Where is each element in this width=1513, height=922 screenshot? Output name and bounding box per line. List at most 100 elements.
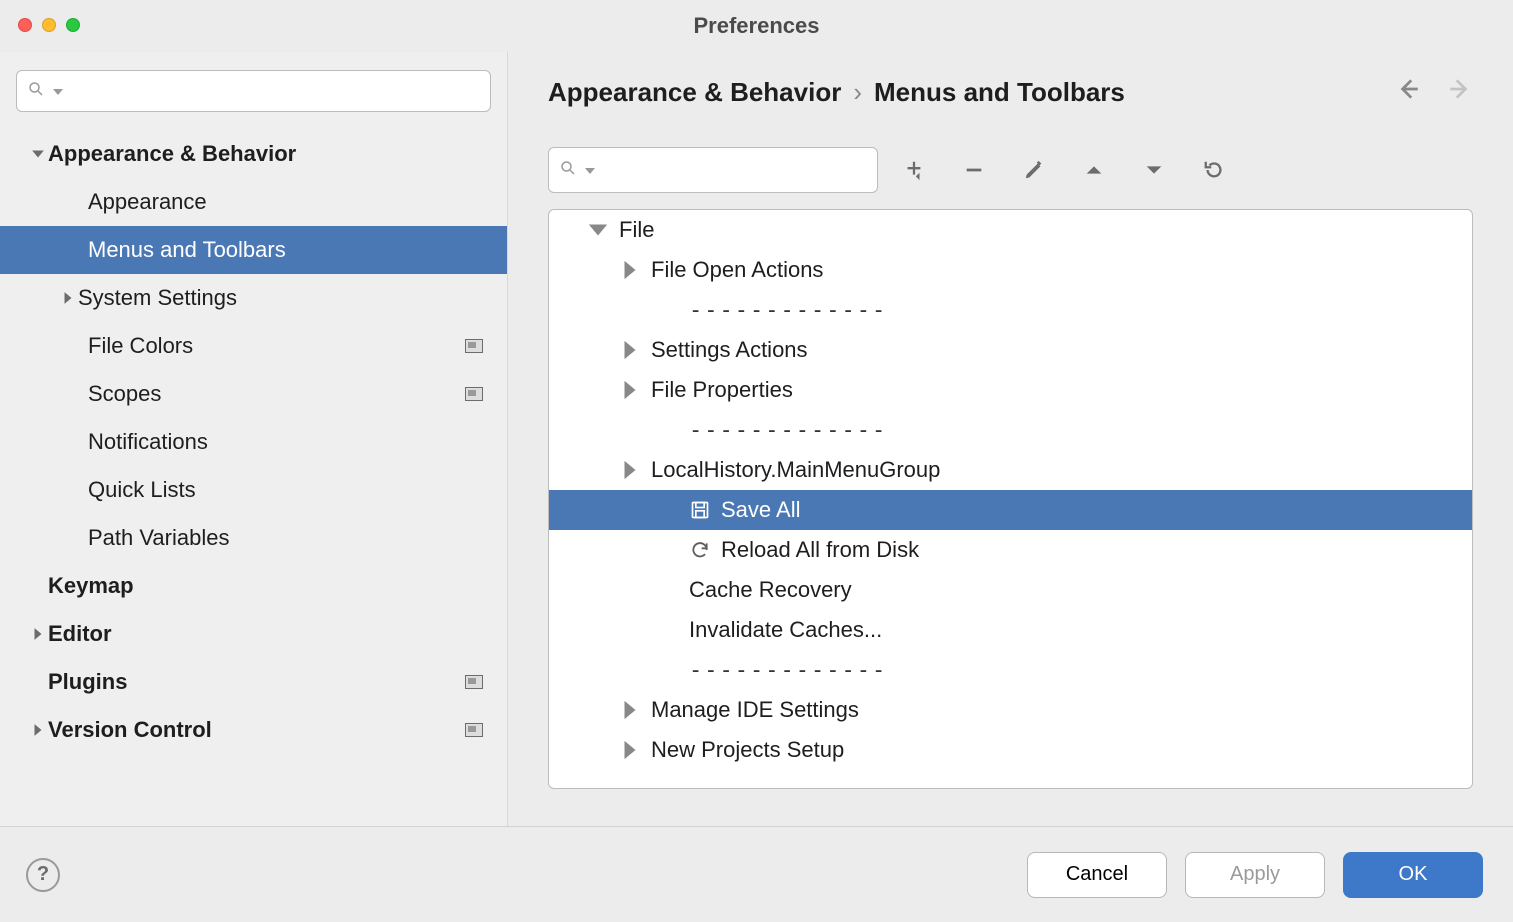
chevron-right-icon: [619, 459, 641, 481]
add-action-button[interactable]: [902, 158, 926, 182]
menu-tree-item[interactable]: Reload All from Disk: [549, 530, 1472, 570]
sidebar-item-label: Keymap: [48, 573, 483, 599]
sidebar-item-label: Path Variables: [88, 525, 483, 551]
menu-tree-item[interactable]: Manage IDE Settings: [549, 690, 1472, 730]
menu-item-label: Invalidate Caches...: [689, 617, 882, 643]
sidebar-item-label: Menus and Toolbars: [88, 237, 483, 263]
sidebar-item[interactable]: Plugins: [0, 658, 507, 706]
sidebar-item[interactable]: Appearance: [0, 178, 507, 226]
menu-item-label: File Properties: [651, 377, 793, 403]
reload-icon: [689, 540, 711, 560]
chevron-right-icon: [28, 723, 48, 737]
sidebar-item[interactable]: Editor: [0, 610, 507, 658]
dropdown-caret-icon: [53, 82, 63, 100]
menu-item-label: File: [619, 217, 654, 243]
menu-item-label: -------------: [689, 418, 887, 443]
dialog-footer: ? Cancel Apply OK: [0, 826, 1513, 922]
restore-defaults-button[interactable]: [1202, 158, 1226, 182]
chevron-right-icon: [619, 259, 641, 281]
menu-item-label: Manage IDE Settings: [651, 697, 859, 723]
sidebar-item[interactable]: Path Variables: [0, 514, 507, 562]
menu-item-label: -------------: [689, 658, 887, 683]
chevron-right-icon: [619, 739, 641, 761]
project-level-badge-icon: [465, 387, 483, 401]
settings-sidebar: Appearance & Behavior Appearance Menus and…: [0, 52, 508, 826]
minimize-window-button[interactable]: [42, 18, 56, 32]
chevron-right-icon: [619, 699, 641, 721]
project-level-badge-icon: [465, 723, 483, 737]
sidebar-item[interactable]: System Settings: [0, 274, 507, 322]
menu-item-label: File Open Actions: [651, 257, 823, 283]
sidebar-item[interactable]: Keymap: [0, 562, 507, 610]
menu-separator[interactable]: -------------: [549, 410, 1472, 450]
menu-tree-item[interactable]: LocalHistory.MainMenuGroup: [549, 450, 1472, 490]
zoom-window-button[interactable]: [66, 18, 80, 32]
menu-tree-item[interactable]: Cache Recovery: [549, 570, 1472, 610]
settings-tree: Appearance & Behavior Appearance Menus and…: [0, 124, 507, 826]
sidebar-item[interactable]: Appearance & Behavior: [0, 130, 507, 178]
menu-tree-item[interactable]: File Properties: [549, 370, 1472, 410]
menu-separator[interactable]: -------------: [549, 650, 1472, 690]
menu-tree-item[interactable]: Save All: [549, 490, 1472, 530]
breadcrumb: Appearance & Behavior › Menus and Toolba…: [548, 76, 1473, 109]
menu-tree-item[interactable]: File: [549, 210, 1472, 250]
sidebar-item-label: Appearance & Behavior: [48, 141, 483, 167]
chevron-right-icon: [28, 627, 48, 641]
chevron-right-icon: [58, 291, 78, 305]
sidebar-item-label: Quick Lists: [88, 477, 483, 503]
sidebar-item-label: Scopes: [88, 381, 465, 407]
sidebar-search[interactable]: [16, 70, 491, 112]
breadcrumb-separator: ›: [853, 77, 862, 108]
cancel-button[interactable]: Cancel: [1027, 852, 1167, 898]
ok-button[interactable]: OK: [1343, 852, 1483, 898]
move-down-button[interactable]: [1142, 158, 1166, 182]
sidebar-item[interactable]: Scopes: [0, 370, 507, 418]
panel-search-input[interactable]: [603, 160, 867, 181]
menu-item-label: Cache Recovery: [689, 577, 852, 603]
sidebar-item[interactable]: Notifications: [0, 418, 507, 466]
sidebar-item[interactable]: Menus and Toolbars: [0, 226, 507, 274]
menu-tree-item[interactable]: Invalidate Caches...: [549, 610, 1472, 650]
move-up-button[interactable]: [1082, 158, 1106, 182]
window-title: Preferences: [16, 13, 1497, 39]
edit-action-button[interactable]: [1022, 158, 1046, 182]
chevron-down-icon: [28, 147, 48, 161]
sidebar-item[interactable]: File Colors: [0, 322, 507, 370]
menu-item-label: Settings Actions: [651, 337, 808, 363]
help-button[interactable]: ?: [26, 858, 60, 892]
chevron-right-icon: [619, 379, 641, 401]
sidebar-search-input[interactable]: [71, 81, 480, 102]
panel-search[interactable]: [548, 147, 878, 193]
chevron-right-icon: [619, 339, 641, 361]
window-controls: [18, 18, 80, 32]
menu-item-label: Reload All from Disk: [721, 537, 919, 563]
menu-tree-item[interactable]: Settings Actions: [549, 330, 1472, 370]
menu-tree-item[interactable]: New Projects Setup: [549, 730, 1472, 770]
sidebar-item-label: Appearance: [88, 189, 483, 215]
breadcrumb-current: Menus and Toolbars: [874, 77, 1125, 108]
search-icon: [559, 159, 577, 182]
sidebar-item[interactable]: Version Control: [0, 706, 507, 754]
project-level-badge-icon: [465, 339, 483, 353]
menu-item-label: New Projects Setup: [651, 737, 844, 763]
preferences-window: Preferences Appearance & BehaviorAppeara…: [0, 0, 1513, 922]
menu-item-label: Save All: [721, 497, 801, 523]
sidebar-item[interactable]: Quick Lists: [0, 466, 507, 514]
remove-action-button[interactable]: [962, 158, 986, 182]
nav-back-button[interactable]: [1395, 76, 1421, 109]
sidebar-item-label: Editor: [48, 621, 483, 647]
menu-item-label: LocalHistory.MainMenuGroup: [651, 457, 940, 483]
menu-item-label: -------------: [689, 298, 887, 323]
panel-toolbar: [548, 147, 1473, 193]
nav-forward-button[interactable]: [1447, 76, 1473, 109]
close-window-button[interactable]: [18, 18, 32, 32]
menu-separator[interactable]: -------------: [549, 290, 1472, 330]
menu-tree-item[interactable]: File Open Actions: [549, 250, 1472, 290]
menu-tree-panel: File File Open Actions ------------- Settin…: [548, 209, 1473, 789]
sidebar-item-label: Plugins: [48, 669, 465, 695]
main-panel: Appearance & Behavior › Menus and Toolba…: [508, 52, 1513, 826]
apply-button[interactable]: Apply: [1185, 852, 1325, 898]
sidebar-item-label: File Colors: [88, 333, 465, 359]
save-icon: [689, 500, 711, 520]
chevron-down-icon: [587, 219, 609, 241]
